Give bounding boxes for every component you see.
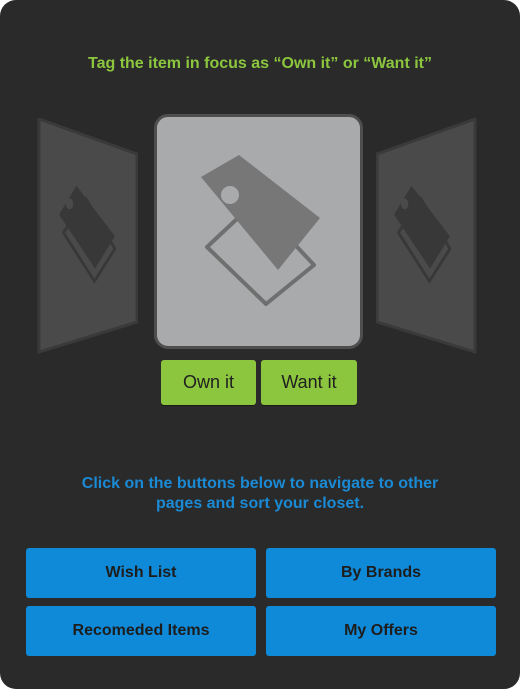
instructions-text: Click on the buttons below to navigate t… xyxy=(81,475,439,512)
app-screen: Tag the item in focus as “Own it” or “Wa… xyxy=(0,0,520,689)
price-tag-icon xyxy=(376,118,477,354)
price-tag-icon xyxy=(37,118,138,354)
wish-list-button[interactable]: Wish List xyxy=(26,548,256,598)
want-it-button[interactable]: Want it xyxy=(261,360,357,405)
price-tag-icon xyxy=(201,155,320,306)
by-brands-button[interactable]: By Brands xyxy=(266,548,496,598)
my-offers-button[interactable]: My Offers xyxy=(266,606,496,656)
own-it-button[interactable]: Own it xyxy=(161,360,256,405)
recommended-items-button[interactable]: Recomeded Items xyxy=(26,606,256,656)
headline: Tag the item in focus as “Own it” or “Wa… xyxy=(87,55,432,72)
carousel-card-focused[interactable] xyxy=(154,114,363,349)
carousel-card-previous[interactable] xyxy=(33,118,138,354)
carousel-card-next[interactable] xyxy=(376,118,481,354)
